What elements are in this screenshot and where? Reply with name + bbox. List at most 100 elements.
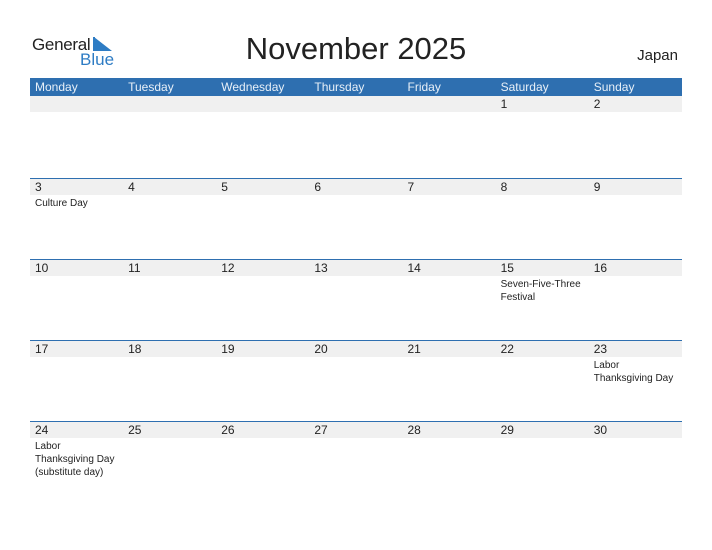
day-cell: 16 — [588, 260, 682, 340]
day-cell: 29 — [495, 422, 589, 502]
day-cell: 12 — [216, 260, 310, 340]
weekday-sunday: Sunday — [593, 80, 635, 94]
day-cell: 23 Labor Thanksgiving Day — [588, 341, 682, 421]
week-row: 24 Labor Thanksgiving Day (substitute day… — [30, 421, 682, 502]
weekday-tuesday: Tuesday — [128, 80, 174, 94]
day-number: 26 — [216, 422, 310, 438]
holiday-event — [216, 112, 309, 114]
holiday-event — [496, 195, 589, 197]
day-number: 8 — [495, 179, 589, 195]
holiday-event: Labor Thanksgiving Day (substitute day) — [35, 441, 115, 478]
day-number: 13 — [309, 260, 403, 276]
day-number — [30, 96, 124, 112]
day-cell: 6 — [309, 179, 403, 259]
day-number: 30 — [588, 422, 682, 438]
day-cell: 30 — [588, 422, 682, 502]
holiday-event — [123, 357, 216, 359]
day-cell: 21 — [402, 341, 496, 421]
weekday-header: Monday Tuesday Wednesday Thursday Friday… — [30, 78, 682, 96]
holiday-event — [589, 438, 682, 440]
holiday-event — [30, 276, 123, 278]
day-cell: 19 — [216, 341, 310, 421]
calendar-grid: Monday Tuesday Wednesday Thursday Friday… — [30, 78, 682, 502]
weekday-friday: Friday — [407, 80, 441, 94]
holiday-event: Seven-Five-Three Festival — [500, 279, 581, 303]
day-number: 3 — [30, 179, 124, 195]
day-number: 11 — [123, 260, 217, 276]
day-cell — [309, 96, 403, 178]
holiday-event — [123, 195, 216, 197]
day-cell: 13 — [309, 260, 403, 340]
day-number: 18 — [123, 341, 217, 357]
holiday-event — [123, 276, 216, 278]
page-title: November 2025 — [245, 31, 467, 66]
week-row: 17 18 19 20 21 22 23 Labor Thanksgiving Day — [30, 340, 682, 421]
day-number: 10 — [30, 260, 124, 276]
day-cell: 4 — [123, 179, 217, 259]
day-cell: 9 — [588, 179, 682, 259]
day-number: 16 — [588, 260, 682, 276]
day-number — [402, 96, 496, 112]
country-label: Japan — [637, 47, 678, 64]
day-cell: 8 — [495, 179, 589, 259]
day-cell: 17 — [30, 341, 124, 421]
day-number: 21 — [402, 341, 496, 357]
day-cell: 15 Seven-Five-Three Festival — [495, 260, 589, 340]
holiday-event — [403, 438, 496, 440]
holiday-event — [403, 112, 496, 114]
week-row: 10 11 12 13 14 15 Seven-Five-Three Festival 16 — [30, 259, 682, 340]
day-cell — [30, 96, 124, 178]
holiday-event — [589, 276, 682, 278]
day-cell — [216, 96, 310, 178]
day-number: 24 — [30, 422, 124, 438]
weekday-monday: Monday — [35, 80, 78, 94]
day-number — [123, 96, 217, 112]
day-number: 6 — [309, 179, 403, 195]
day-cell: 3 Culture Day — [30, 179, 124, 259]
day-cell: 11 — [123, 260, 217, 340]
holiday-event — [403, 195, 496, 197]
day-number: 20 — [309, 341, 403, 357]
holiday-event: Culture Day — [35, 198, 88, 209]
holiday-event — [123, 112, 216, 114]
holiday-event — [309, 195, 402, 197]
week-row: 3 Culture Day 4 5 6 7 8 9 — [30, 178, 682, 259]
day-number: 27 — [309, 422, 403, 438]
holiday-event — [403, 276, 496, 278]
day-cell: 18 — [123, 341, 217, 421]
day-cell: 20 — [309, 341, 403, 421]
week-row: 12 — [30, 96, 682, 178]
day-number: 12 — [216, 260, 310, 276]
day-number — [216, 96, 310, 112]
holiday-event: Labor Thanksgiving Day — [593, 360, 674, 384]
holiday-event — [496, 357, 589, 359]
day-cell — [123, 96, 217, 178]
holiday-event — [309, 112, 402, 114]
holiday-event — [589, 112, 682, 114]
day-number: 2 — [588, 96, 682, 112]
day-cell: 24 Labor Thanksgiving Day (substitute day… — [30, 422, 124, 502]
weekday-thursday: Thursday — [314, 80, 365, 94]
holiday-event — [309, 357, 402, 359]
day-cell: 10 — [30, 260, 124, 340]
day-cell: 1 — [495, 96, 589, 178]
day-cell: 14 — [402, 260, 496, 340]
holiday-event — [30, 357, 123, 359]
day-number: 15 — [495, 260, 589, 276]
holiday-event — [403, 357, 496, 359]
day-number: 4 — [123, 179, 217, 195]
holiday-event — [216, 438, 309, 440]
day-number: 17 — [30, 341, 124, 357]
holiday-event — [216, 357, 309, 359]
holiday-event — [216, 276, 309, 278]
day-cell: 28 — [402, 422, 496, 502]
day-cell: 26 — [216, 422, 310, 502]
day-number: 1 — [495, 96, 589, 112]
holiday-event — [216, 195, 309, 197]
day-cell: 25 — [123, 422, 217, 502]
holiday-event — [496, 112, 589, 114]
day-number: 28 — [402, 422, 496, 438]
day-cell: 7 — [402, 179, 496, 259]
weekday-wednesday: Wednesday — [221, 80, 285, 94]
day-number: 29 — [495, 422, 589, 438]
